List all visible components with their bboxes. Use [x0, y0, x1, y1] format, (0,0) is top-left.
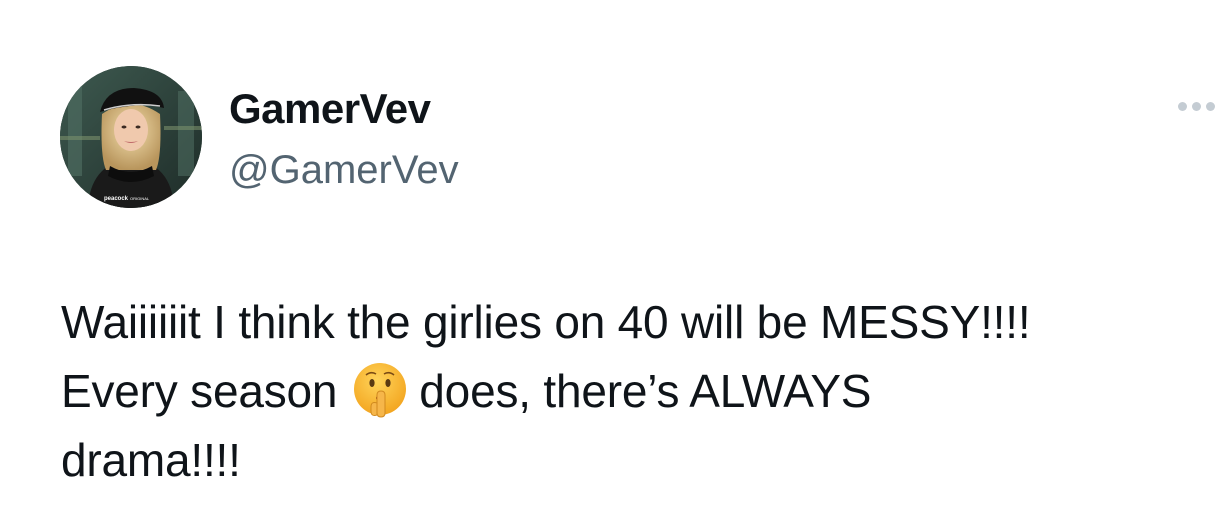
author-block: GamerVev @GamerVev [229, 84, 459, 194]
more-options-button[interactable] [1178, 96, 1226, 116]
more-horizontal-icon-dot [1206, 101, 1215, 111]
svg-text:peacock: peacock [104, 196, 129, 202]
avatar-image: peacock ORIGINAL [60, 66, 202, 208]
shushing-face-emoji-icon [351, 361, 409, 419]
avatar[interactable]: peacock ORIGINAL [60, 66, 202, 208]
tweet-text: Waiiiiiit I think the girlies on 40 will… [61, 288, 1226, 495]
tweet-text-segment: Every season [61, 365, 338, 417]
tweet-text-line: Waiiiiiit I think the girlies on 40 will… [61, 296, 1031, 348]
svg-text:ORIGINAL: ORIGINAL [130, 196, 150, 201]
tweet-text-line: drama!!!! [61, 434, 241, 486]
user-handle[interactable]: @GamerVev [229, 146, 459, 194]
tweet-card: peacock ORIGINAL GamerVev @GamerVev Waii… [0, 0, 1230, 516]
more-horizontal-icon-dot [1192, 101, 1201, 111]
display-name[interactable]: GamerVev [229, 84, 459, 134]
tweet-text-segment: does, there’s ALWAYS [419, 365, 872, 417]
tweet-text-line: Every season does, there’s ALWAYS [61, 357, 1226, 426]
more-horizontal-icon [1178, 101, 1187, 111]
